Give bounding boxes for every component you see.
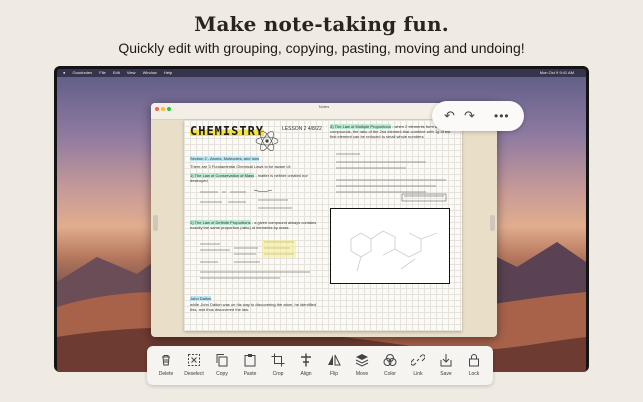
molecule-sketch bbox=[350, 230, 438, 272]
law-conservation-of-mass: 1) The Law of Conservation of Mass - mat… bbox=[190, 173, 308, 183]
selection-toolbar: Delete Deselect Copy Paste Crop Align Fl… bbox=[147, 346, 493, 385]
more-icon[interactable]: ••• bbox=[494, 108, 510, 124]
deselect-icon bbox=[188, 354, 200, 366]
dalton-footer: while John Dalton was on his way to disc… bbox=[190, 302, 317, 312]
move-button[interactable]: Move bbox=[348, 346, 376, 385]
crop-icon bbox=[271, 353, 285, 367]
handwritten-equation bbox=[200, 189, 292, 209]
tool-label: Paste bbox=[243, 371, 257, 377]
undo-redo-bar: ↶ ↷ ••• bbox=[432, 101, 524, 131]
color-icon bbox=[383, 354, 397, 366]
tool-label: Delete bbox=[158, 371, 174, 377]
section-heading: Section 2 - Atoms, Molecules, and Ions bbox=[190, 156, 260, 161]
save-button[interactable]: Save bbox=[432, 346, 460, 385]
save-icon bbox=[440, 354, 452, 367]
copy-icon bbox=[216, 354, 228, 367]
tool-label: Align bbox=[300, 371, 312, 377]
menu-item[interactable]: Window bbox=[143, 70, 157, 75]
tool-label: Flip bbox=[329, 371, 339, 377]
color-button[interactable]: Color bbox=[376, 346, 404, 385]
left-page-handle[interactable] bbox=[153, 215, 158, 231]
lesson-date: LESSON 2 4/8/22 bbox=[282, 126, 322, 132]
delete-button[interactable]: Delete bbox=[152, 346, 180, 385]
crop-button[interactable]: Crop bbox=[264, 346, 292, 385]
trash-icon bbox=[162, 355, 170, 366]
tool-label: Color bbox=[384, 371, 396, 377]
link-icon bbox=[411, 354, 425, 366]
redo-icon[interactable]: ↷ bbox=[464, 108, 475, 124]
lock-button[interactable]: Lock bbox=[460, 346, 488, 385]
lock-icon bbox=[469, 354, 479, 367]
align-button[interactable]: Align bbox=[292, 346, 320, 385]
undo-icon[interactable]: ↶ bbox=[444, 108, 455, 124]
menu-bar: ● Goodnotes File Edit View Window Help M… bbox=[57, 69, 586, 77]
selected-drawing-region[interactable] bbox=[330, 208, 450, 284]
deselect-button[interactable]: Deselect bbox=[180, 346, 208, 385]
right-page-handle[interactable] bbox=[490, 215, 495, 231]
tool-label: Link bbox=[413, 371, 423, 377]
paste-icon bbox=[244, 354, 256, 367]
law-definite-proportions: 2) The Law of Definite Proportions - a g… bbox=[190, 220, 317, 230]
flip-button[interactable]: Flip bbox=[320, 346, 348, 385]
menu-item[interactable]: File bbox=[99, 70, 105, 75]
menu-item[interactable]: Goodnotes bbox=[73, 70, 93, 75]
tool-label: Save bbox=[440, 371, 452, 377]
dalton-note: John Dalton bbox=[190, 296, 212, 301]
app-window: Notes CHEMISTRY LESSON 2 4/8/22 Section … bbox=[151, 103, 497, 337]
align-icon bbox=[301, 353, 311, 367]
apple-menu-icon[interactable]: ● bbox=[63, 70, 65, 75]
tool-label: Copy bbox=[216, 371, 228, 377]
tool-label: Lock bbox=[468, 371, 480, 377]
notebook-page[interactable]: CHEMISTRY LESSON 2 4/8/22 Section 2 - At… bbox=[184, 120, 462, 331]
tool-label: Crop bbox=[272, 371, 284, 377]
note-line: There are 3 Fundamental Chemical Laws to… bbox=[190, 164, 291, 169]
menu-item[interactable]: Help bbox=[164, 70, 172, 75]
headline: Make note-taking fun. bbox=[194, 12, 449, 36]
multiple-proportions-notes bbox=[336, 153, 447, 202]
menu-item[interactable]: Edit bbox=[113, 70, 120, 75]
tool-label: Move bbox=[355, 371, 369, 377]
menu-clock[interactable]: Mon Oct 9 9:41 AM bbox=[540, 69, 574, 77]
handwritten-calculation bbox=[200, 240, 310, 279]
tool-label: Deselect bbox=[184, 371, 204, 377]
atom-sketch bbox=[255, 130, 279, 152]
flip-icon bbox=[328, 354, 341, 366]
note-title: CHEMISTRY bbox=[190, 124, 265, 138]
subheadline: Quickly edit with grouping, copying, pas… bbox=[118, 40, 525, 56]
move-icon bbox=[355, 354, 369, 367]
paste-button[interactable]: Paste bbox=[236, 346, 264, 385]
menu-item[interactable]: View bbox=[127, 70, 136, 75]
link-button[interactable]: Link bbox=[404, 346, 432, 385]
copy-button[interactable]: Copy bbox=[208, 346, 236, 385]
